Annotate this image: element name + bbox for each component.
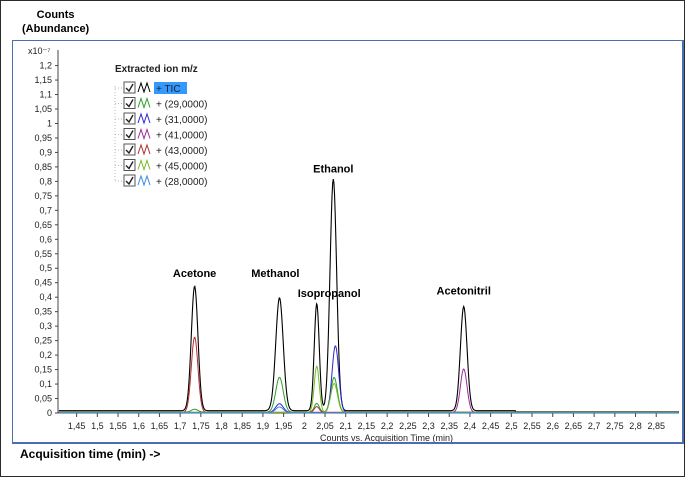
x-tick-label: 2,3	[422, 421, 435, 431]
y-tick-label: 0,15	[34, 365, 52, 375]
y-tick-label: 1,15	[34, 75, 52, 85]
series-line-mz-3	[58, 368, 679, 413]
legend-item[interactable]: + TIC	[115, 81, 187, 95]
x-tick-label: 2,25	[399, 421, 417, 431]
peak-label: Acetonitril	[437, 285, 491, 297]
x-tick-label: 1,95	[275, 421, 293, 431]
y-tick-label: 0,35	[34, 307, 52, 317]
legend-item-label: + (45,0000)	[156, 162, 207, 173]
x-tick-label: 1,5	[91, 421, 104, 431]
x-tick-label: 2,35	[440, 421, 458, 431]
y-tick-label: 0,4	[39, 292, 52, 302]
y-tick-label: 1,2	[39, 61, 52, 71]
legend-item[interactable]: + (28,0000)	[115, 174, 207, 188]
y-tick-label: 0,95	[34, 133, 52, 143]
y-axis-title-line2: (Abundance)	[22, 23, 90, 35]
x-axis-caption: Counts vs. Acquisition Time (min)	[320, 433, 453, 442]
legend-item-label: + (43,0000)	[156, 146, 207, 157]
peak-label: Ethanol	[313, 164, 353, 176]
x-tick-label: 1,85	[233, 421, 251, 431]
x-tick-label: 2,15	[358, 421, 376, 431]
series-line-mz-1	[58, 376, 679, 413]
y-tick-label: 0,75	[34, 191, 52, 201]
y-tick-label: 1,05	[34, 104, 52, 114]
chromatogram-chart[interactable]: x10⁻⁷ 0 0,05 0,1 0,15 0,2 0,25 0,3 0,35 0,4 0,45 0,…	[12, 40, 682, 442]
y-tick-label: 0,25	[34, 336, 52, 346]
legend-item-label: + (29,0000)	[156, 100, 207, 111]
series-swatch-icon	[137, 81, 151, 94]
peak-label: Methanol	[251, 268, 299, 280]
y-axis-title-line1: Counts	[36, 9, 75, 21]
legend-item-label: + (28,0000)	[156, 177, 207, 188]
y-axis-title: Counts (Abundance)	[22, 8, 89, 36]
x-tick-label: 2,65	[565, 421, 583, 431]
y-tick-label: 0,3	[39, 321, 52, 331]
x-tick-label: 2,5	[505, 421, 518, 431]
series-line-mz-2	[58, 345, 679, 413]
legend-title: Extracted ion m/z	[115, 64, 198, 75]
peak-label: Isopropanol	[298, 288, 361, 300]
x-tick-label: 2,85	[647, 421, 665, 431]
x-tick-label: 2,1	[339, 421, 352, 431]
y-tick-label: 0,7	[39, 205, 52, 215]
series-swatch-icon	[137, 174, 151, 187]
x-tick-label: 2,75	[606, 421, 624, 431]
y-tick-label: 0,55	[34, 249, 52, 259]
acquisition-time-label: Acquisition time (min) ->	[20, 447, 161, 461]
y-tick-label: 1,1	[39, 90, 52, 100]
y-tick-label: 0,05	[34, 394, 52, 404]
series-swatch-icon	[137, 143, 151, 156]
x-tick-label: 2,2	[381, 421, 394, 431]
x-tick-label: 2	[302, 421, 307, 431]
y-tick-label: 0,85	[34, 162, 52, 172]
legend-item[interactable]: + (31,0000)	[115, 112, 207, 126]
series-swatch-icon	[137, 158, 151, 172]
series-swatch-icon	[137, 96, 151, 110]
legend-item[interactable]: + (29,0000)	[115, 96, 207, 111]
series-line-tic	[58, 178, 679, 413]
x-tick-label: 2,55	[523, 421, 541, 431]
y-tick-label: 1	[47, 118, 52, 128]
y-tick-label: 0	[47, 408, 52, 418]
y-tick-label: 0,8	[39, 176, 52, 186]
x-tick-label: 1,8	[215, 421, 228, 431]
series-swatch-icon	[137, 112, 151, 125]
x-tick-label: 2,05	[316, 421, 334, 431]
x-tick-label: 1,65	[151, 421, 169, 431]
legend-item-label: + TIC	[156, 84, 181, 95]
x-tick-label: 2,4	[464, 421, 477, 431]
y-tick-label: 0,9	[39, 147, 52, 157]
legend-item[interactable]: + (41,0000)	[115, 127, 207, 142]
x-tick-label: 1,9	[257, 421, 270, 431]
x-tick-label: 2,45	[482, 421, 500, 431]
x-tick-label: 2,8	[629, 421, 642, 431]
y-tick-label: 0,45	[34, 278, 52, 288]
y-tick-label: 0,5	[39, 263, 52, 273]
y-multiplier-label: x10⁻⁷	[28, 46, 51, 56]
y-tick-label: 0,6	[39, 234, 52, 244]
x-tick-label: 1,45	[68, 421, 86, 431]
peak-label: Acetone	[173, 268, 216, 280]
y-tick-label: 0,2	[39, 350, 52, 360]
series-swatch-icon	[137, 127, 151, 141]
series-line-mz-4	[58, 336, 679, 413]
x-tick-label: 2,7	[588, 421, 601, 431]
legend-item-label: + (41,0000)	[156, 131, 207, 142]
legend-item[interactable]: + (45,0000)	[115, 158, 207, 173]
x-tick-label: 1,55	[109, 421, 127, 431]
y-tick-label: 0,65	[34, 220, 52, 230]
x-tick-label: 1,7	[174, 421, 187, 431]
x-tick-label: 1,6	[132, 421, 145, 431]
series-line-mz-5	[58, 365, 679, 413]
x-tick-label: 1,75	[192, 421, 210, 431]
legend-item-label: + (31,0000)	[156, 115, 207, 126]
legend-item[interactable]: + (43,0000)	[115, 143, 207, 157]
x-tick-label: 2,6	[546, 421, 559, 431]
y-tick-label: 0,1	[39, 379, 52, 389]
